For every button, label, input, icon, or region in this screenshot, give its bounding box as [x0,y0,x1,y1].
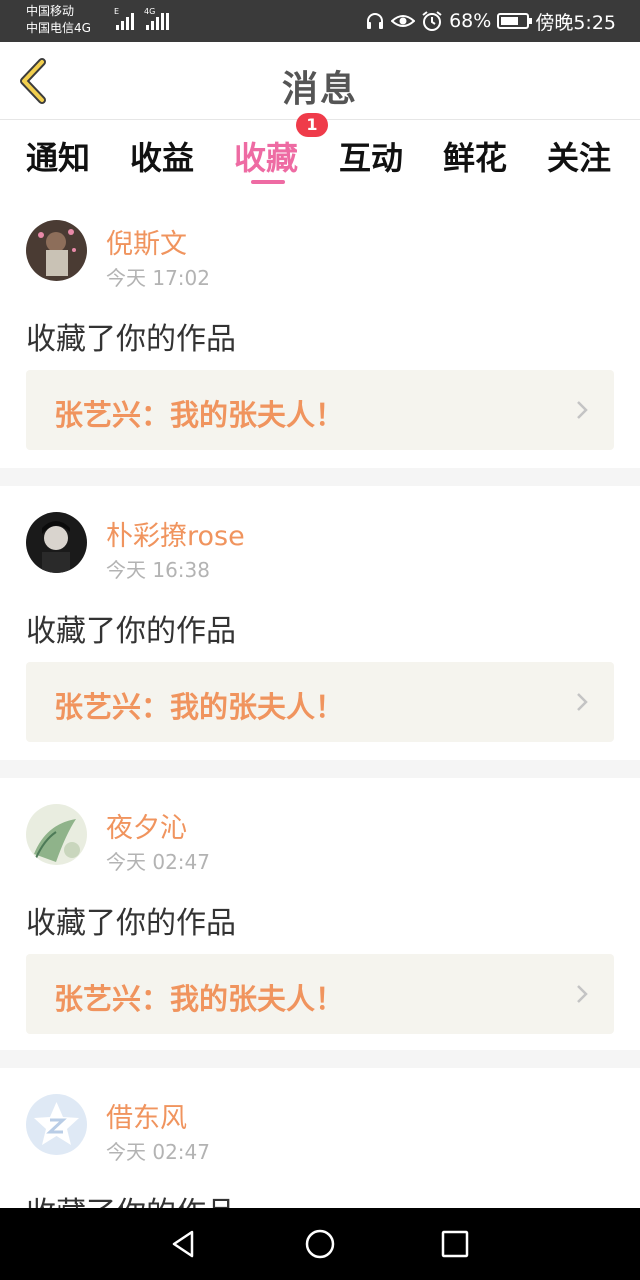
divider [0,468,640,486]
work-title: 张艺兴：我的张夫人！ [54,690,345,724]
work-link[interactable]: 张艺兴：我的张夫人！ [26,662,614,742]
back-triangle-icon [172,1230,194,1258]
avatar[interactable] [26,804,87,865]
message-card: 朴彩撩rose 今天 16:38 收藏了你的作品 张艺兴：我的张夫人！ [0,492,640,762]
carrier-1: 中国移动 [26,4,75,18]
active-tab-indicator [251,180,285,184]
alarm-icon [422,11,442,31]
signal-1-label: E [114,7,120,16]
user-name[interactable]: 朴彩撩rose [106,514,245,553]
action-text: 收藏了你的作品 [26,322,236,357]
nav-back-button[interactable] [166,1226,202,1262]
user-name[interactable]: 夜夕沁 [106,806,187,845]
divider [0,760,640,778]
headset-icon [367,13,384,29]
work-link[interactable]: 张艺兴：我的张夫人！ [26,370,614,450]
signal-strength-icon: E [114,7,134,30]
eye-icon [391,15,416,27]
tab-earnings[interactable]: 收益 [130,133,194,179]
signal-strength-icon: 4G [144,7,169,30]
home-circle-icon [305,1229,335,1259]
chevron-right-icon [577,693,588,711]
tab-follows[interactable]: 关注 [547,133,611,179]
user-name[interactable]: 倪斯文 [106,222,187,261]
work-link[interactable]: 张艺兴：我的张夫人！ [26,954,614,1034]
carrier-2: 中国电信4G [26,21,91,35]
message-list[interactable]: 倪斯文 今天 17:02 收藏了你的作品 张艺兴：我的张夫人！ 朴彩撩rose … [0,200,640,1208]
battery-icon [497,13,533,29]
action-text: 收藏了你的作品 [26,1188,236,1208]
carrier-info: 中国移动 中国电信4G [26,3,91,37]
avatar[interactable] [26,220,87,281]
avatar[interactable] [26,1094,87,1155]
battery-percent: 68% [449,10,492,32]
tab-interactions[interactable]: 互动 [339,133,403,179]
nav-home-button[interactable] [302,1226,338,1262]
tab-flowers[interactable]: 鲜花 [443,133,507,179]
work-title: 张艺兴：我的张夫人！ [54,398,345,432]
timestamp: 今天 02:47 [106,1140,210,1164]
action-text: 收藏了你的作品 [26,906,236,941]
message-card: 倪斯文 今天 17:02 收藏了你的作品 张艺兴：我的张夫人！ [0,200,640,470]
message-card: 借东风 今天 02:47 收藏了你的作品 [0,1074,640,1208]
chevron-right-icon [577,401,588,419]
system-nav-bar [0,1208,640,1280]
clock: 傍晚5:25 [535,11,616,34]
page-title: 消息 [281,69,358,110]
message-card: 夜夕沁 今天 02:47 收藏了你的作品 张艺兴：我的张夫人！ [0,784,640,1054]
recents-square-icon [441,1230,469,1258]
timestamp: 今天 17:02 [106,266,210,290]
action-text: 收藏了你的作品 [26,614,236,649]
signal-2-label: 4G [144,7,156,16]
tab-favorites[interactable]: 收藏 [234,133,298,179]
avatar[interactable] [26,512,87,573]
tab-notifications[interactable]: 通知 [26,133,90,179]
timestamp: 今天 02:47 [106,850,210,874]
timestamp: 今天 16:38 [106,558,210,582]
chevron-right-icon [577,985,588,1003]
app-header: 消息 [0,42,640,120]
unread-badge: 1 [296,113,328,137]
divider [0,1050,640,1068]
status-bar: 中国移动 中国电信4G E 4G 68% 傍晚5:25 [0,0,640,42]
user-name[interactable]: 借东风 [106,1096,187,1135]
nav-recents-button[interactable] [437,1226,473,1262]
work-title: 张艺兴：我的张夫人！ [54,982,345,1016]
